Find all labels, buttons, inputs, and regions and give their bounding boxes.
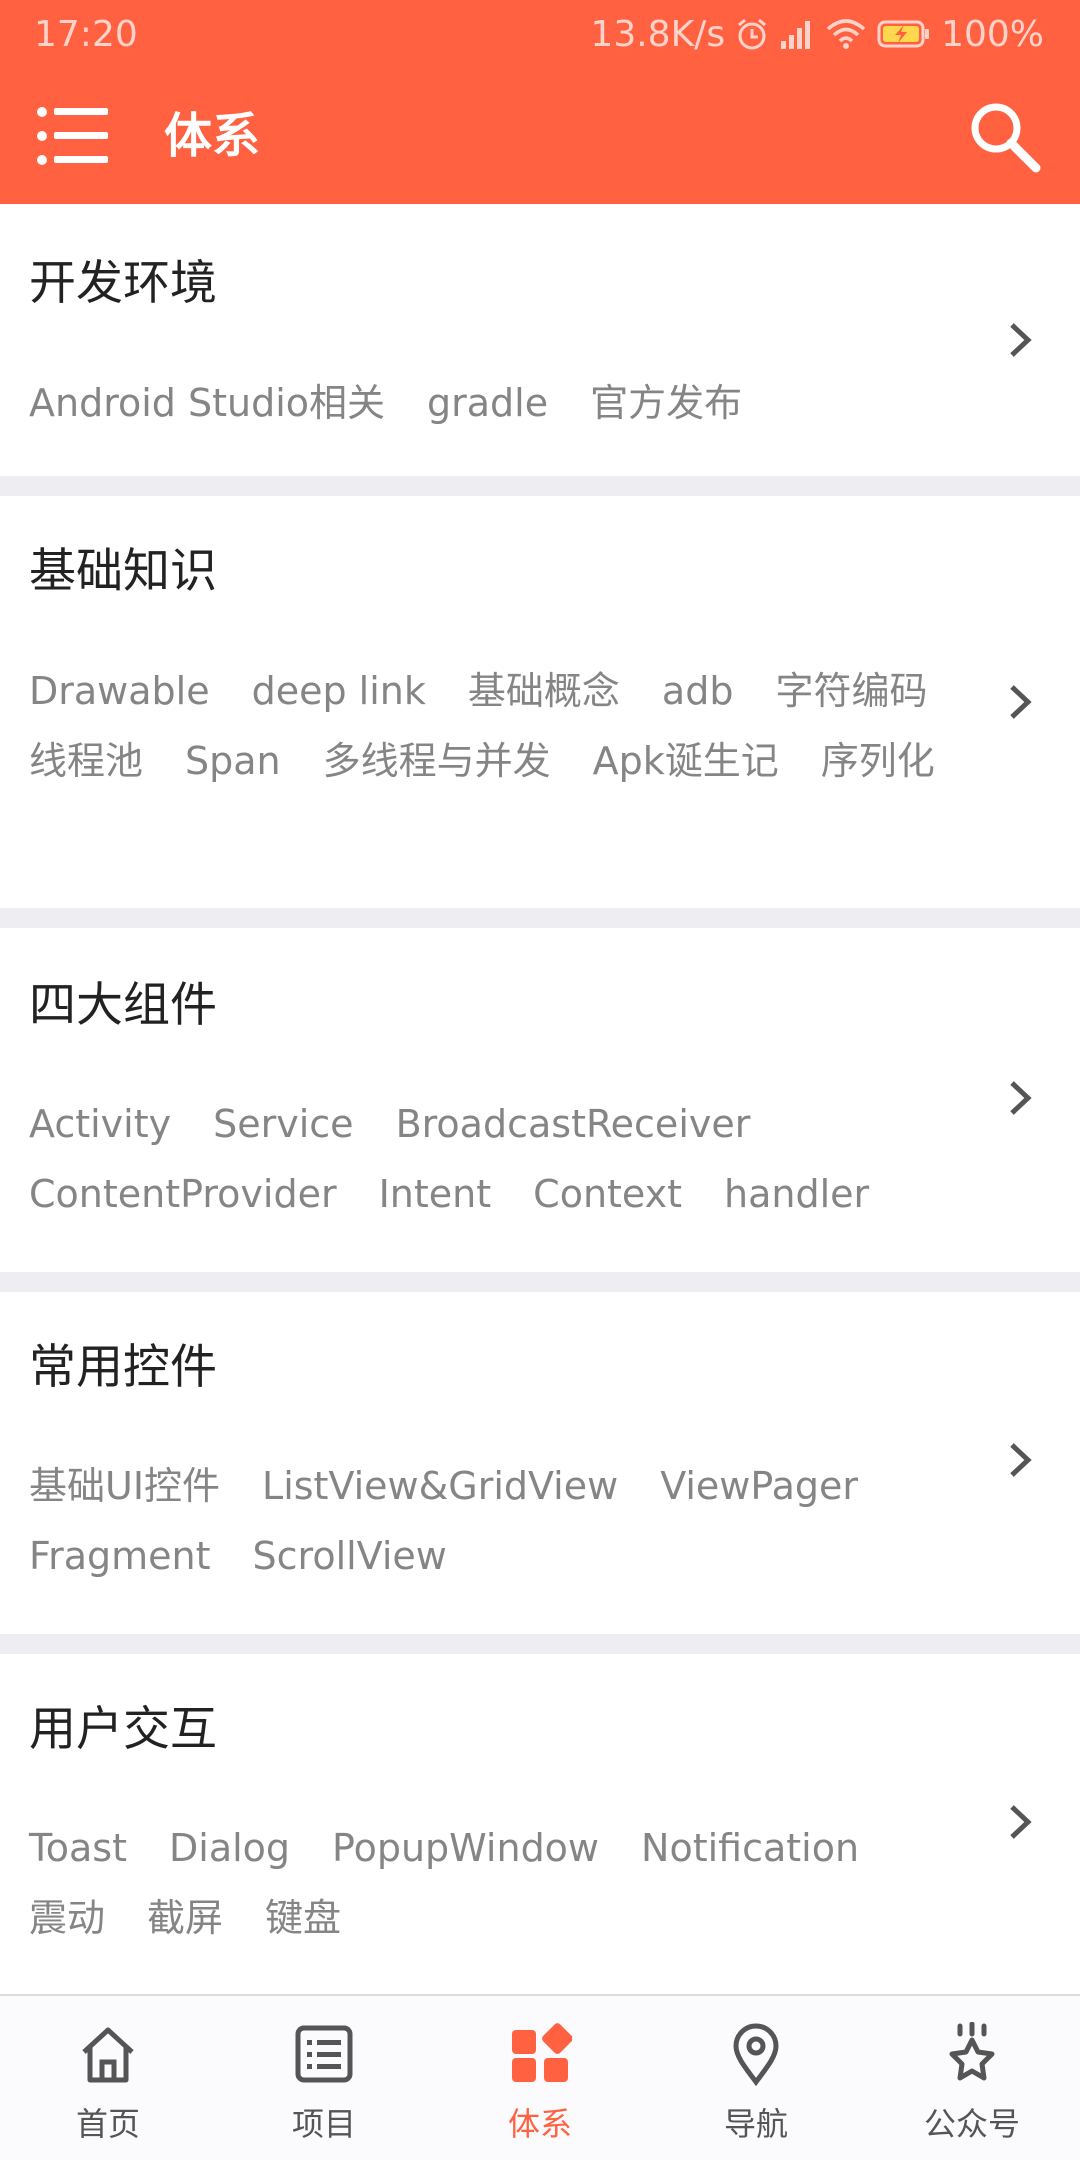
tag-list: Activity Service BroadcastReceiver Conte… [29, 1100, 969, 1218]
chevron-right-icon [1010, 685, 1032, 719]
signal-icon [781, 21, 811, 49]
tag[interactable]: 截屏 [147, 1894, 223, 1942]
category-title: 用户交互 [29, 1702, 217, 1757]
tag[interactable]: ListView&GridView [262, 1462, 618, 1510]
category-card[interactable]: 四大组件 Activity Service BroadcastReceiver … [0, 928, 1080, 1272]
nav-item-system[interactable]: 体系 [432, 1996, 648, 2160]
nav-label: 项目 [291, 2105, 356, 2143]
nav-label: 体系 [507, 2105, 572, 2143]
tag-list: Android Studio相关 gradle 官方发布 [29, 379, 969, 427]
net-speed: 13.8K/s [590, 13, 726, 55]
tag[interactable]: 基础UI控件 [29, 1462, 220, 1510]
account-icon [949, 2022, 995, 2081]
page-title: 体系 [164, 108, 261, 164]
tag[interactable]: adb [662, 667, 734, 715]
chevron-right-icon [1010, 1081, 1032, 1115]
tag[interactable]: BroadcastReceiver [396, 1100, 751, 1148]
tag[interactable]: 序列化 [821, 737, 935, 785]
search-icon [971, 103, 1041, 173]
grid-icon [512, 2023, 572, 2082]
category-card[interactable]: 常用控件 基础UI控件 ListView&GridView ViewPager … [0, 1292, 1080, 1634]
category-card[interactable]: 开发环境 Android Studio相关 gradle 官方发布 [0, 204, 1080, 476]
nav-label: 公众号 [923, 2105, 1020, 2143]
tag[interactable]: 多线程与并发 [323, 737, 551, 785]
nav-item-home[interactable]: 首页 [0, 1996, 216, 2160]
category-card[interactable]: 基础知识 Drawable deep link 基础概念 adb 字符编码 线程… [0, 496, 1080, 908]
tag[interactable]: Drawable [29, 667, 210, 715]
tag[interactable]: Intent [379, 1170, 492, 1218]
tag[interactable]: 字符编码 [775, 667, 927, 715]
tag[interactable]: PopupWindow [332, 1824, 599, 1872]
home-icon [82, 2027, 134, 2083]
tag-list: Drawable deep link 基础概念 adb 字符编码 线程池 Spa… [29, 667, 969, 785]
tag[interactable]: Dialog [169, 1824, 290, 1872]
list-icon [295, 2025, 353, 2083]
tag[interactable]: Fragment [29, 1532, 211, 1580]
wifi-icon [826, 19, 866, 49]
menu-icon [37, 107, 108, 165]
tag[interactable]: Span [185, 737, 281, 785]
chevron-right-icon [1010, 1443, 1032, 1477]
battery-charging-icon [877, 20, 930, 48]
tag[interactable]: Toast [29, 1824, 127, 1872]
tag[interactable]: Apk诞生记 [593, 737, 779, 785]
tag[interactable]: 官方发布 [590, 379, 742, 427]
category-title: 开发环境 [29, 256, 217, 311]
toolbar: 体系 [0, 68, 1080, 204]
tag[interactable]: gradle [427, 379, 548, 427]
category-title: 基础知识 [29, 544, 217, 599]
tag[interactable]: Activity [29, 1100, 171, 1148]
category-title: 常用控件 [29, 1340, 217, 1395]
tag[interactable]: 线程池 [29, 737, 143, 785]
tag[interactable]: ScrollView [253, 1532, 447, 1580]
tag[interactable]: 震动 [29, 1894, 105, 1942]
category-list: 开发环境 Android Studio相关 gradle 官方发布 基础知识 D… [0, 204, 1080, 1994]
nav-item-navigation[interactable]: 导航 [648, 1996, 864, 2160]
nav-label: 导航 [723, 2105, 788, 2143]
tag[interactable]: 键盘 [265, 1894, 341, 1942]
nav-label: 首页 [75, 2105, 140, 2143]
status-time: 17:20 [34, 13, 138, 55]
tag[interactable]: handler [724, 1170, 869, 1218]
tag[interactable]: ViewPager [660, 1462, 858, 1510]
category-title: 四大组件 [29, 978, 217, 1033]
chevron-right-icon [1010, 1805, 1032, 1839]
battery-level: 100% [941, 13, 1044, 55]
location-pin-icon [733, 2023, 779, 2086]
status-icons: 13.8K/s 100% [590, 14, 1044, 55]
category-card[interactable]: 用户交互 Toast Dialog PopupWindow Notificati… [0, 1654, 1080, 1994]
nav-item-official-account[interactable]: 公众号 [864, 1996, 1080, 2160]
tag[interactable]: Notification [641, 1824, 859, 1872]
alarm-icon [738, 18, 767, 50]
menu-button[interactable] [36, 104, 112, 168]
tag[interactable]: deep link [252, 667, 426, 715]
chevron-right-icon [1010, 323, 1032, 357]
bottom-navigation: 首页 项目 体系 导航 公众号 [0, 1994, 1080, 2160]
nav-item-project[interactable]: 项目 [216, 1996, 432, 2160]
tag[interactable]: Service [213, 1100, 353, 1148]
search-button[interactable] [966, 98, 1042, 174]
status-bar: 17:20 13.8K/s 100% [0, 0, 1080, 68]
tag-list: Toast Dialog PopupWindow Notification 震动… [29, 1824, 969, 1942]
tag[interactable]: Android Studio相关 [29, 379, 385, 427]
tag-list: 基础UI控件 ListView&GridView ViewPager Fragm… [29, 1462, 969, 1580]
tag[interactable]: 基础概念 [468, 667, 620, 715]
tag[interactable]: Context [533, 1170, 682, 1218]
tag[interactable]: ContentProvider [29, 1170, 337, 1218]
